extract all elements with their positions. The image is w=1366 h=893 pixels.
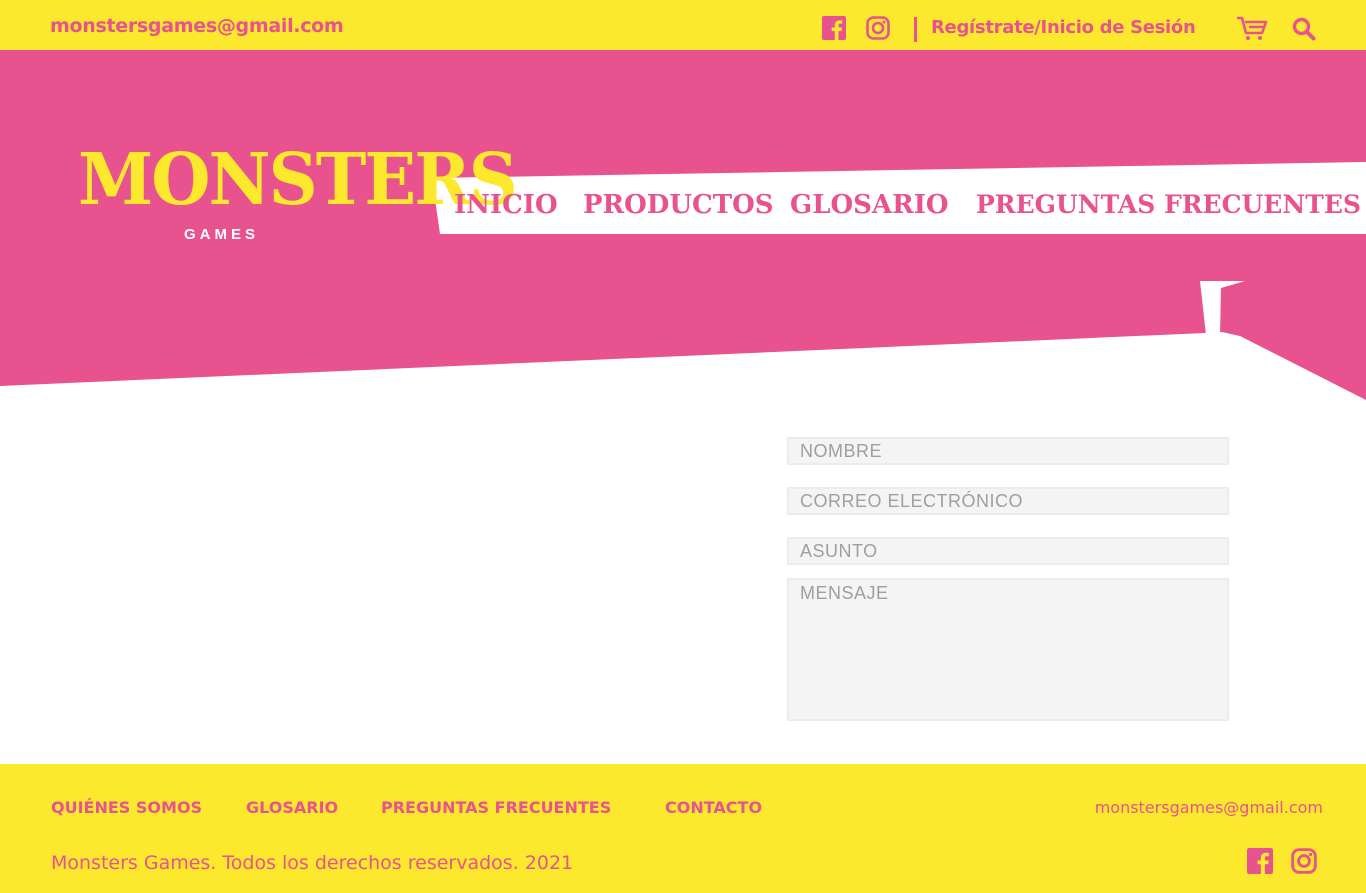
logo-text: MONSTERS — [78, 138, 518, 222]
nav-productos[interactable]: PRODUCTOS — [583, 190, 774, 220]
footer-link-glosario[interactable]: GLOSARIO — [246, 798, 338, 817]
nav-glosario[interactable]: GLOSARIO — [790, 190, 949, 220]
subject-field[interactable]: ASUNTO — [787, 537, 1229, 565]
header-email-link[interactable]: monstersgames@gmail.com — [50, 15, 344, 37]
copyright-text: Monsters Games. Todos los derechos reser… — [51, 852, 574, 874]
instagram-icon[interactable] — [866, 16, 890, 40]
footer-instagram-icon[interactable] — [1291, 848, 1317, 874]
email-field[interactable]: CORREO ELECTRÓNICO — [787, 487, 1229, 515]
logo-subtext: GAMES — [184, 226, 260, 243]
top-bar: monstersgames@gmail.com Regístrate/Inici… — [0, 0, 1366, 50]
footer-link-quienes-somos[interactable]: QUIÉNES SOMOS — [51, 798, 202, 817]
footer-facebook-icon[interactable] — [1247, 848, 1273, 874]
nav-inicio[interactable]: INICIO — [454, 190, 558, 220]
footer-link-preguntas-frecuentes[interactable]: PREGUNTAS FRECUENTES — [381, 798, 611, 817]
nav-preguntas-frecuentes[interactable]: PREGUNTAS FRECUENTES — [976, 190, 1361, 220]
divider — [914, 17, 917, 42]
footer: QUIÉNES SOMOS GLOSARIO PREGUNTAS FRECUEN… — [0, 764, 1366, 893]
facebook-icon[interactable] — [822, 16, 846, 40]
cart-icon[interactable] — [1236, 16, 1268, 42]
hero-banner: MONSTERS GAMES INICIO PRODUCTOS GLOSARIO… — [0, 50, 1366, 410]
name-field[interactable]: NOMBRE — [787, 437, 1229, 465]
login-register-link[interactable]: Regístrate/Inicio de Sesión — [931, 17, 1196, 38]
search-icon[interactable] — [1292, 17, 1316, 41]
message-field[interactable]: MENSAJE — [787, 578, 1229, 721]
footer-link-contacto[interactable]: CONTACTO — [665, 798, 762, 817]
footer-email[interactable]: monstersgames@gmail.com — [1095, 798, 1323, 817]
brand-logo[interactable]: MONSTERS GAMES — [78, 140, 518, 243]
